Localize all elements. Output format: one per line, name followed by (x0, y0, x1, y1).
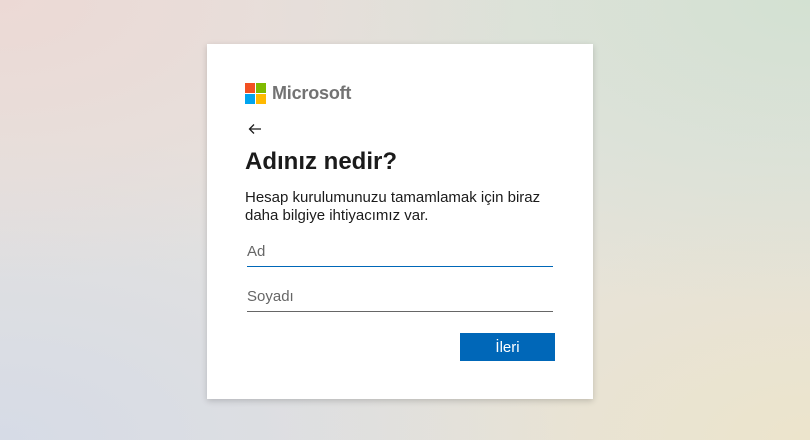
logo-text: Microsoft (272, 82, 352, 103)
page-description: Hesap kurulumunuzu tamamlamak için biraz… (245, 189, 541, 224)
next-button[interactable]: İleri (460, 333, 555, 361)
signup-card: Microsoft Adınız nedir? Hesap kurulumunu… (207, 44, 593, 399)
identity-banner (247, 121, 275, 137)
first-name-input[interactable] (247, 236, 553, 267)
logo-square-yellow (256, 93, 266, 104)
microsoft-logo: Microsoft (245, 82, 351, 104)
logo-square-green (256, 82, 266, 93)
logo-square-red (245, 82, 255, 93)
arrow-left-icon[interactable] (247, 121, 263, 137)
last-name-input[interactable] (247, 281, 553, 312)
page-title: Adınız nedir? (245, 148, 397, 175)
logo-square-blue (245, 93, 255, 104)
microsoft-squares-icon (245, 82, 266, 104)
